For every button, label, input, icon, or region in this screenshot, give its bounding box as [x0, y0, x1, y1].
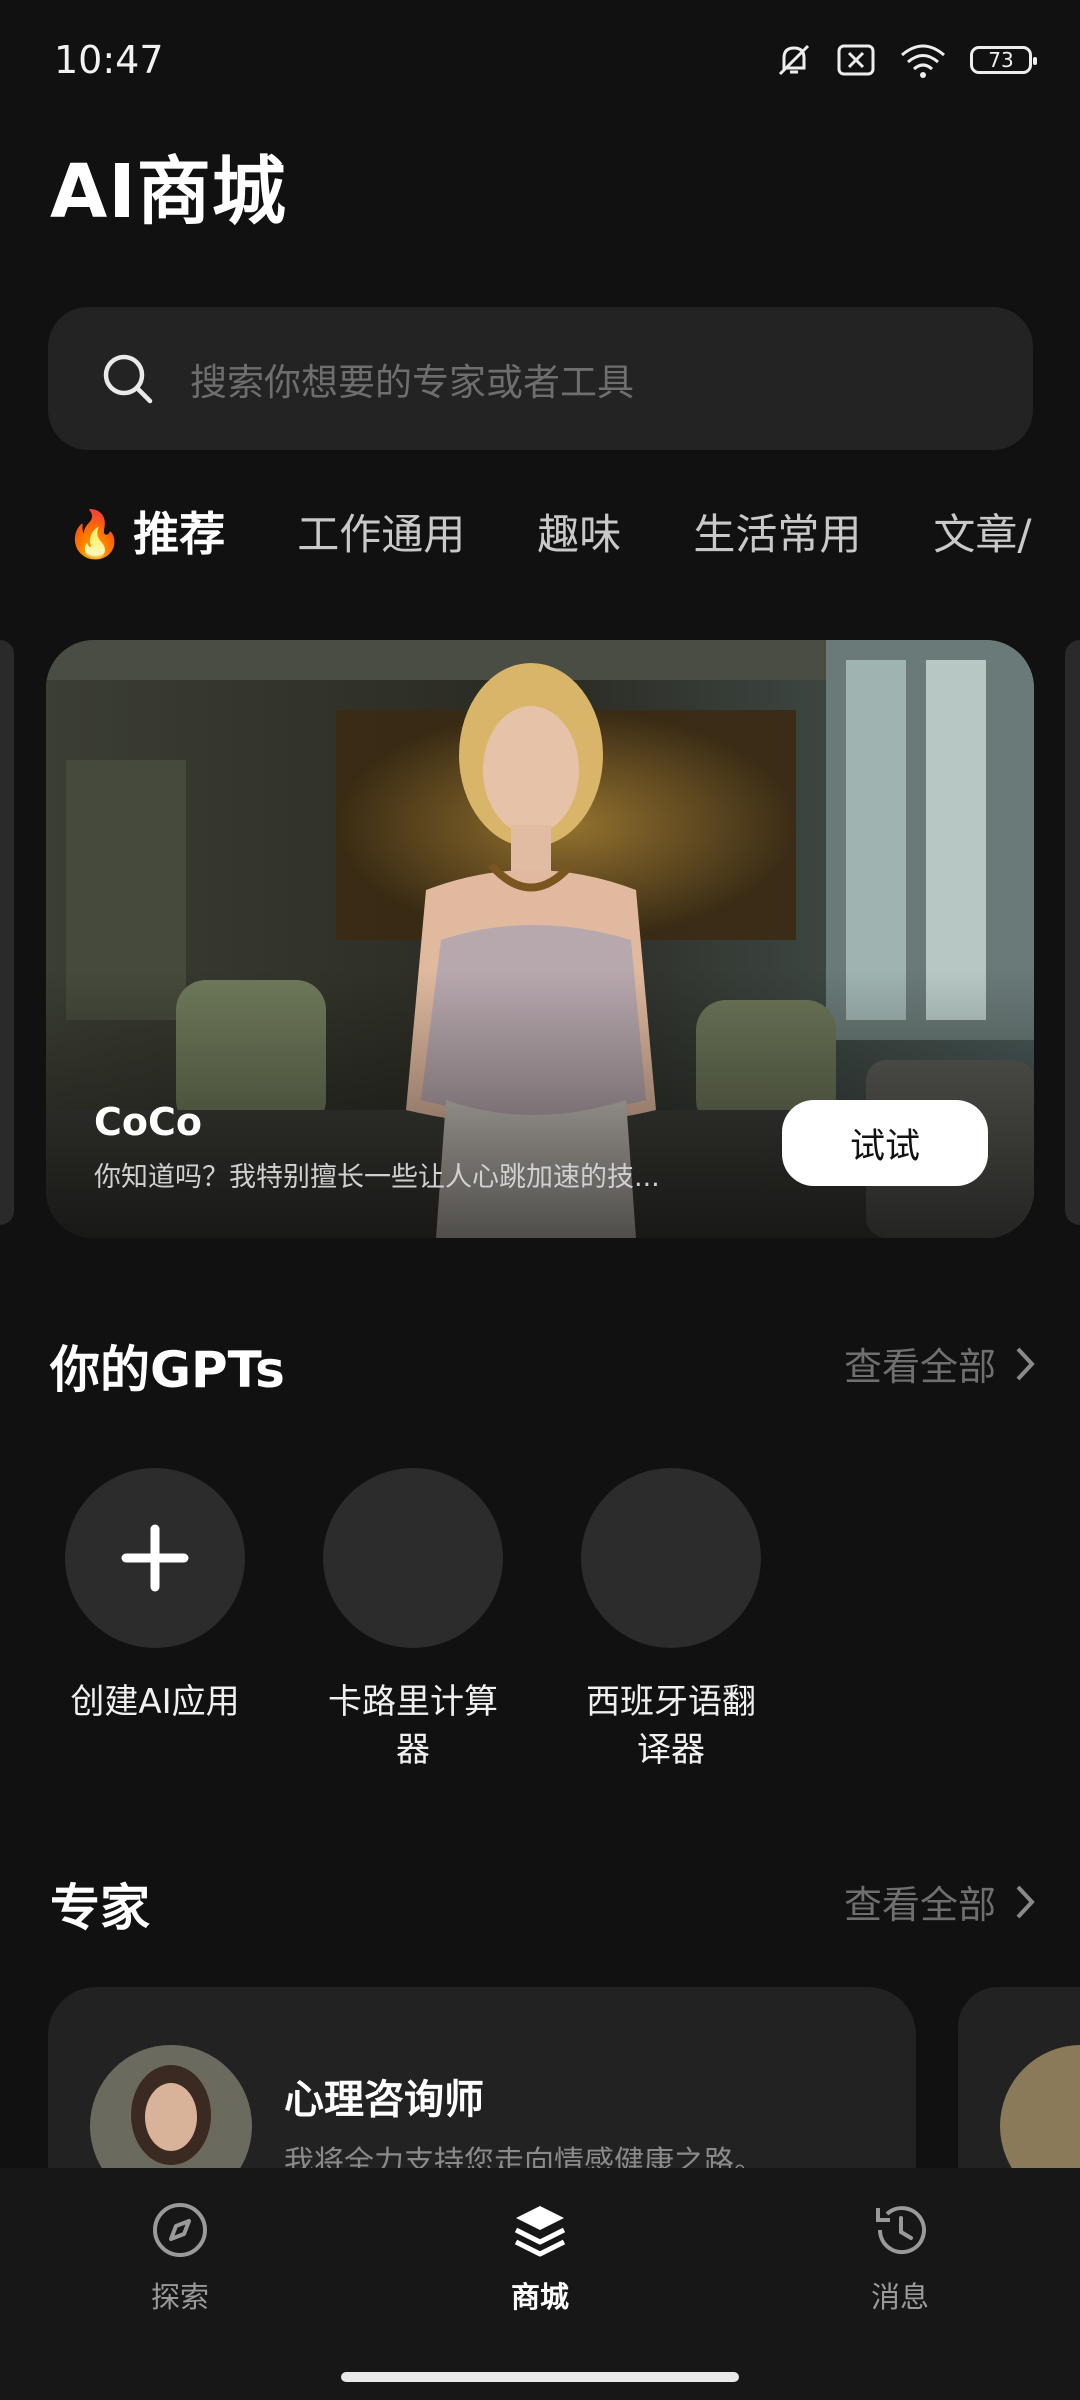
bottom-nav: 探索 商城 消息: [0, 2168, 1080, 2400]
tab-label: 推荐: [133, 507, 226, 561]
gpt-item-spanish[interactable]: 西班牙语翻 译器: [576, 1468, 766, 1774]
try-button[interactable]: 试试: [782, 1100, 988, 1186]
nav-store[interactable]: 商城: [490, 2200, 590, 2316]
compass-icon: [153, 2203, 207, 2257]
experts-view-all-link[interactable]: 查看全部: [844, 1874, 1036, 1929]
fire-icon: 🔥: [66, 507, 124, 561]
plus-icon: [121, 1524, 189, 1592]
nav-label: 商城: [510, 2280, 569, 2314]
sim-off-icon: [837, 44, 875, 76]
gpt-label: 卡路里计算器: [328, 1682, 498, 1770]
gpt-item-create[interactable]: 创建AI应用: [60, 1468, 250, 1726]
wifi-icon: [901, 44, 945, 78]
tab-article[interactable]: 文章/: [933, 501, 1031, 562]
nav-label: 消息: [870, 2280, 929, 2314]
status-time: 10:47: [54, 38, 164, 82]
gpts-view-all-link[interactable]: 查看全部: [844, 1336, 1036, 1391]
history-icon: [876, 2206, 926, 2255]
gpt-avatar: [323, 1468, 503, 1648]
category-tabs: 🔥 推荐 工作通用 趣味 生活常用 文章/: [66, 498, 1080, 564]
gpt-avatar: [581, 1468, 761, 1648]
mute-bell-icon: [778, 44, 810, 76]
view-all-label: 查看全部: [843, 1345, 996, 1389]
carousel-prev-card[interactable]: [0, 640, 14, 1225]
gpt-avatar: [65, 1468, 245, 1648]
search-input[interactable]: 搜索你想要的专家或者工具: [48, 307, 1033, 450]
banner-title: CoCo: [94, 1100, 202, 1144]
gpt-item-calorie[interactable]: 卡路里计算器: [318, 1468, 508, 1774]
nav-messages[interactable]: 消息: [850, 2200, 950, 2316]
search-placeholder: 搜索你想要的专家或者工具: [190, 360, 634, 404]
status-icons: 73: [774, 40, 1037, 80]
gpt-label: 西班牙语翻 译器: [586, 1682, 756, 1770]
gpts-section-title: 你的GPTs: [50, 1341, 285, 1399]
battery-level: 73: [988, 48, 1014, 72]
tab-fun[interactable]: 趣味: [537, 501, 621, 562]
nav-explore[interactable]: 探索: [130, 2200, 230, 2316]
tab-life[interactable]: 生活常用: [693, 501, 861, 562]
featured-banner[interactable]: CoCo 你知道吗？我特别擅长一些让人心跳加速的技... 试试: [46, 640, 1034, 1238]
expert-name: 心理咨询师: [284, 2077, 484, 2123]
chevron-right-icon: [1016, 1885, 1035, 1918]
gpt-label: 创建AI应用: [70, 1682, 240, 1722]
tab-recommended[interactable]: 🔥 推荐: [66, 498, 225, 564]
layers-icon: [514, 2206, 566, 2257]
battery-icon: 73: [970, 46, 1037, 74]
chevron-right-icon: [1016, 1347, 1035, 1380]
nav-label: 探索: [150, 2280, 209, 2314]
tab-work[interactable]: 工作通用: [297, 501, 465, 562]
home-indicator[interactable]: [341, 2372, 739, 2382]
search-icon: [103, 354, 153, 403]
page-title: AI商城: [50, 149, 287, 235]
carousel-next-card[interactable]: [1065, 640, 1080, 1225]
experts-section-title: 专家: [50, 1879, 150, 1937]
view-all-label: 查看全部: [843, 1883, 996, 1927]
banner-description: 你知道吗？我特别擅长一些让人心跳加速的技...: [94, 1162, 660, 1193]
